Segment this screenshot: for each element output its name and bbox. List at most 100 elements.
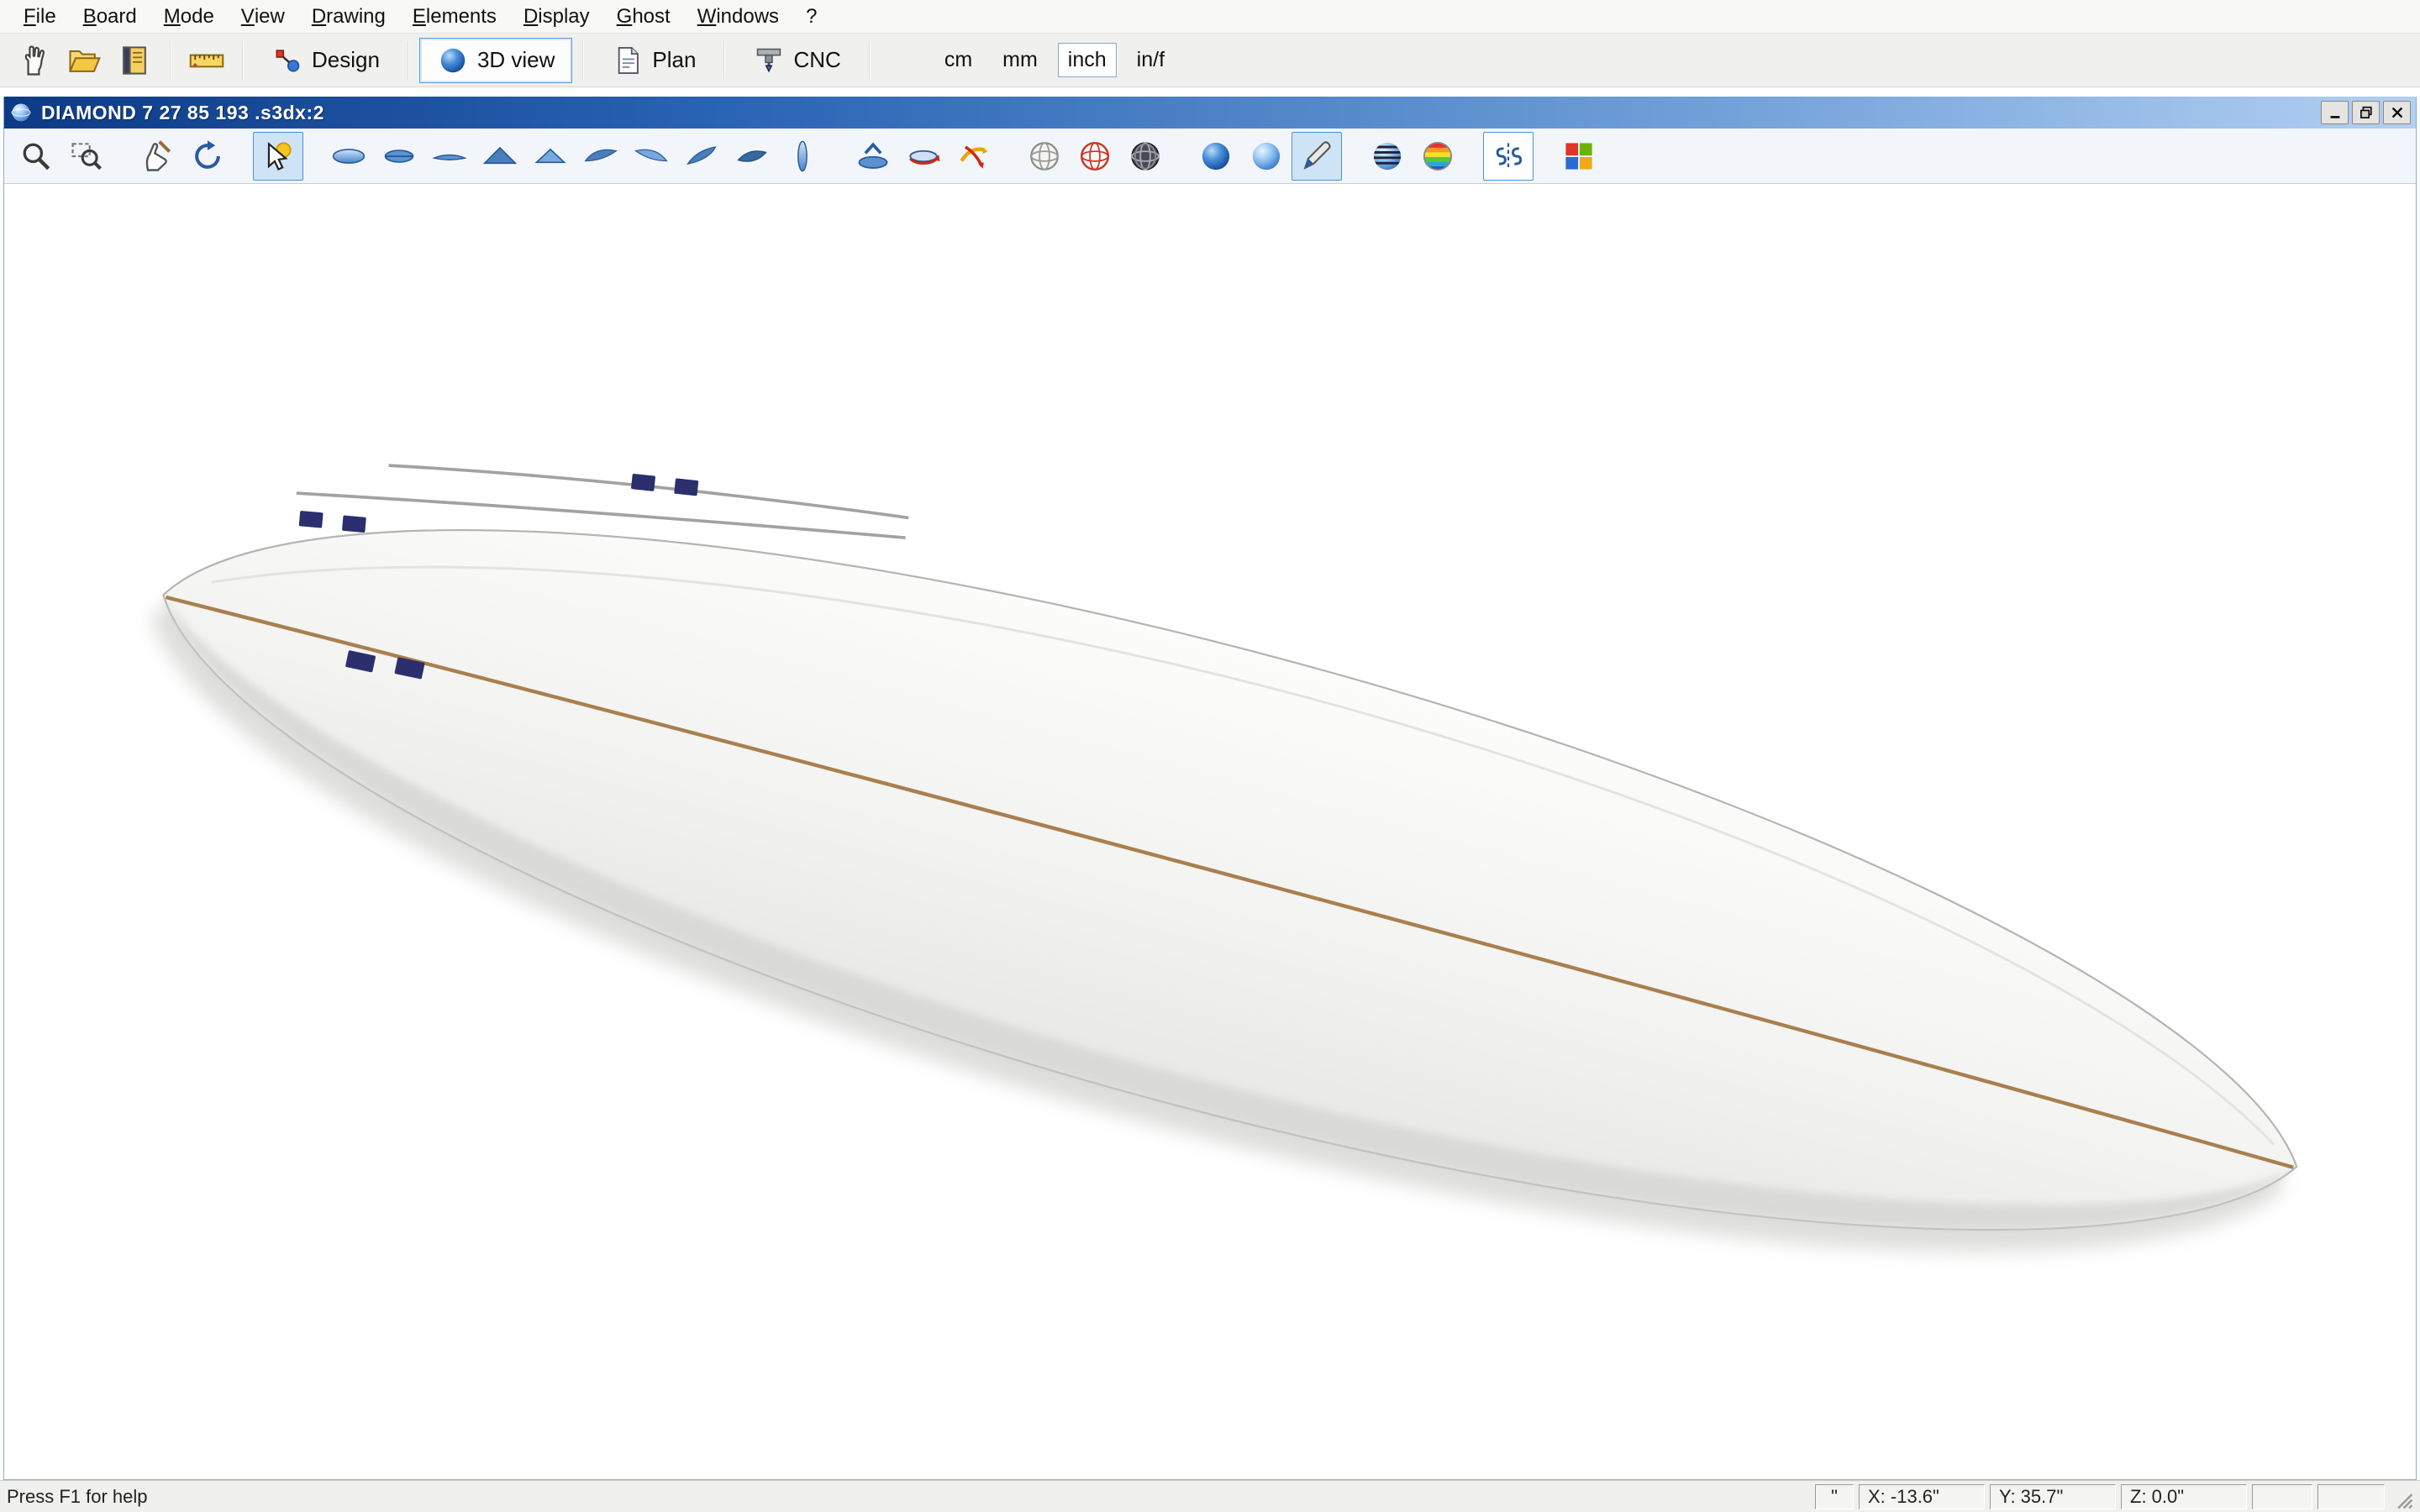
render-shaded-button[interactable] xyxy=(1191,132,1241,181)
mode-3d-view-label: 3D view xyxy=(477,47,555,73)
toolbar-separator xyxy=(170,41,171,80)
hand-pen-icon xyxy=(139,138,176,175)
board-flip-button[interactable] xyxy=(848,132,898,181)
mode-3d-view-button[interactable]: 3D view xyxy=(419,38,572,83)
minimize-button[interactable] xyxy=(2321,101,2349,124)
cross-section-icon xyxy=(784,138,821,175)
ruler-button[interactable] xyxy=(182,37,232,84)
slice-right-view-button[interactable] xyxy=(626,132,676,181)
menu-display[interactable]: Display xyxy=(510,0,603,33)
board-back-view-button[interactable] xyxy=(525,132,576,181)
status-y-coordinate: Y: 35.7" xyxy=(1990,1484,2116,1509)
mode-cnc-label: CNC xyxy=(793,47,840,73)
plan-doc-icon xyxy=(612,45,644,76)
color-squares-button[interactable] xyxy=(1554,132,1604,181)
menu-elements-accel: E xyxy=(413,5,426,29)
board-3d-render xyxy=(4,184,2416,1479)
cross-section-view-button[interactable] xyxy=(777,132,828,181)
rotate-view-tool-button[interactable] xyxy=(182,132,233,181)
open-file-button[interactable] xyxy=(59,37,109,84)
menubar: File Board Mode View Drawing Elements Di… xyxy=(0,0,2420,34)
rotate-horizontal-icon xyxy=(905,138,942,175)
design-mode-icon xyxy=(271,45,303,76)
restore-button[interactable] xyxy=(2352,101,2380,124)
menu-board[interactable]: Board xyxy=(70,0,150,33)
render-rainbow-button[interactable] xyxy=(1413,132,1463,181)
resize-grip[interactable] xyxy=(2390,1484,2413,1509)
restore-icon xyxy=(2359,105,2374,120)
rotate-view-icon xyxy=(189,138,226,175)
view-toolbar xyxy=(4,129,2416,184)
status-empty-field-2 xyxy=(2317,1484,2385,1509)
window-title: DIAMOND 7 27 85 193 .s3dx:2 xyxy=(41,102,2317,124)
ghost-outlines xyxy=(297,465,908,538)
rotate-free-button[interactable] xyxy=(949,132,999,181)
board-back-triangle-icon xyxy=(532,138,569,175)
menu-mode[interactable]: Mode xyxy=(150,0,228,33)
menu-display-accel: D xyxy=(523,5,538,29)
unit-inf-button[interactable]: in/f xyxy=(1127,43,1175,77)
sphere-3d-icon xyxy=(437,45,469,76)
rotate-horizontal-button[interactable] xyxy=(898,132,949,181)
board-profile-view-button[interactable] xyxy=(424,132,475,181)
hand-pen-tool-button[interactable] xyxy=(132,132,182,181)
slice-left-view-button[interactable] xyxy=(576,132,626,181)
close-button[interactable] xyxy=(2383,101,2411,124)
menu-ghost-rest: host xyxy=(632,5,670,29)
close-icon xyxy=(2390,105,2405,120)
menu-windows-accel: W xyxy=(697,5,717,29)
open-file-icon xyxy=(66,42,103,79)
curvature-ss-icon xyxy=(1490,138,1527,175)
render-wireframe-red-button[interactable] xyxy=(1070,132,1120,181)
menu-file-accel: F xyxy=(24,5,36,29)
zoom-tool-button[interactable] xyxy=(11,132,61,181)
unit-cm-button[interactable]: cm xyxy=(934,43,982,77)
wireframe-red-sphere-icon xyxy=(1076,138,1113,175)
layered-sphere-icon xyxy=(1369,138,1406,175)
menu-view[interactable]: View xyxy=(228,0,298,33)
hand-tool-button[interactable] xyxy=(8,37,59,84)
main-toolbar: Design 3D view Plan CNC cm mm inch in/f xyxy=(0,34,2420,87)
mode-cnc-button[interactable]: CNC xyxy=(735,38,858,83)
zoom-window-tool-button[interactable] xyxy=(61,132,112,181)
paint-tool-button[interactable] xyxy=(1292,132,1342,181)
board-front-triangle-icon xyxy=(481,138,518,175)
menu-drawing-accel: D xyxy=(312,5,326,29)
render-layers-button[interactable] xyxy=(1362,132,1413,181)
mode-design-button[interactable]: Design xyxy=(254,38,397,83)
menu-drawing[interactable]: Drawing xyxy=(298,0,399,33)
menu-board-accel: B xyxy=(83,5,97,29)
menu-ghost-accel: G xyxy=(617,5,633,29)
curvature-ss-button[interactable] xyxy=(1483,132,1534,181)
slice-diagonal-view-button[interactable] xyxy=(676,132,727,181)
unit-inch-button[interactable]: inch xyxy=(1058,43,1117,77)
board-outline-filled-icon xyxy=(381,138,418,175)
menu-ghost[interactable]: Ghost xyxy=(603,0,684,33)
menu-windows[interactable]: Windows xyxy=(684,0,792,33)
mode-plan-button[interactable]: Plan xyxy=(594,38,713,83)
minimize-icon xyxy=(2328,105,2343,120)
window-titlebar[interactable]: DIAMOND 7 27 85 193 .s3dx:2 xyxy=(4,97,2416,129)
select-tool-icon xyxy=(260,138,297,175)
board-front-view-button[interactable] xyxy=(475,132,525,181)
unit-mm-button[interactable]: mm xyxy=(992,43,1048,77)
window-controls xyxy=(2317,101,2411,124)
render-wireframe-button[interactable] xyxy=(1019,132,1070,181)
render-mesh-dark-button[interactable] xyxy=(1120,132,1171,181)
render-smooth-button[interactable] xyxy=(1241,132,1292,181)
board-outline-filled-view-button[interactable] xyxy=(374,132,424,181)
canvas-3d-view[interactable] xyxy=(4,184,2416,1479)
menu-view-accel: V xyxy=(241,5,255,29)
board-outline-icon xyxy=(330,138,367,175)
menu-help[interactable]: ? xyxy=(792,0,830,33)
status-x-coordinate: X: -13.6" xyxy=(1859,1484,1985,1509)
board-profile-icon xyxy=(431,138,468,175)
select-tool-button[interactable] xyxy=(253,132,303,181)
menu-elements[interactable]: Elements xyxy=(399,0,510,33)
slice-filled-view-button[interactable] xyxy=(727,132,777,181)
status-fields: " X: -13.6" Y: 35.7" Z: 0.0" xyxy=(1815,1484,2413,1509)
statusbar: Press F1 for help " X: -13.6" Y: 35.7" Z… xyxy=(0,1480,2420,1512)
menu-file[interactable]: File xyxy=(10,0,70,33)
board-outline-view-button[interactable] xyxy=(324,132,374,181)
notebook-button[interactable] xyxy=(109,37,160,84)
